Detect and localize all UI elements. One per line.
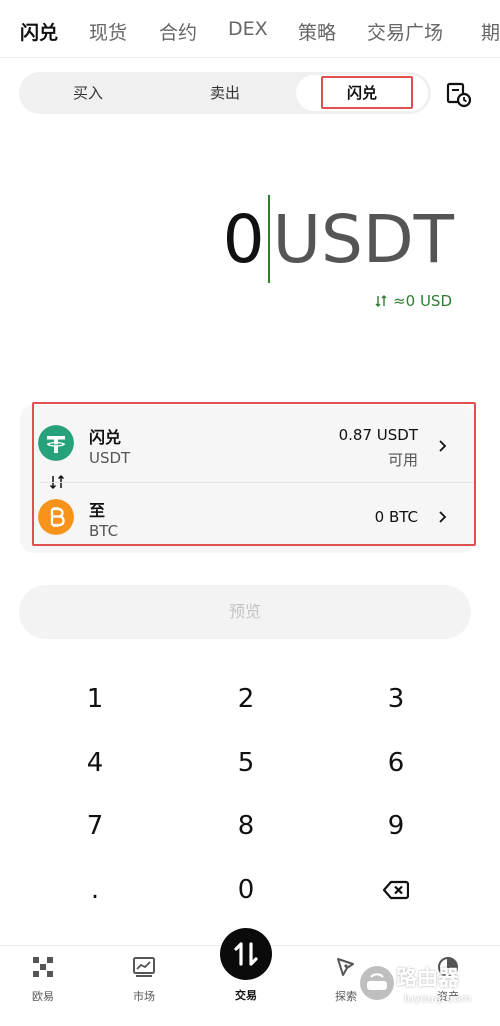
tab-dex[interactable]: DEX (228, 18, 268, 40)
key-8[interactable]: 8 (176, 799, 316, 853)
top-tab-bar: 闪兑 现货 合约 DEX 策略 交易广场 期 (0, 0, 500, 58)
preview-button[interactable]: 预览 (19, 585, 471, 639)
nav-market-label: 市场 (133, 990, 155, 1003)
amount-unit: USDT (272, 200, 454, 278)
backspace-icon (383, 880, 409, 900)
approx-usd-toggle[interactable]: ≈0 USD (375, 292, 452, 310)
watermark: 路由器 luyouqi.com (356, 956, 492, 1016)
router-logo-icon (360, 966, 394, 1000)
market-chart-icon (133, 957, 155, 977)
key-1[interactable]: 1 (25, 672, 165, 726)
tab-strategy[interactable]: 策略 (298, 18, 336, 45)
highlight-box-pair-card (32, 402, 476, 546)
key-6[interactable]: 6 (326, 736, 466, 790)
amount-value: 0 (222, 200, 265, 278)
explore-icon (337, 958, 354, 976)
nav-trade-label: 交易 (235, 989, 257, 1002)
tab-spot[interactable]: 现货 (89, 18, 127, 45)
nav-trade-button[interactable] (220, 928, 272, 980)
highlight-box-swap-tab (321, 76, 413, 109)
history-icon[interactable] (444, 80, 472, 108)
swap-arrows-icon (375, 295, 387, 307)
approx-usd-value: ≈0 USD (393, 292, 452, 310)
text-cursor (267, 195, 270, 283)
tab-trading-square[interactable]: 交易广场 (367, 18, 443, 45)
tab-options[interactable]: 期 (481, 18, 500, 45)
key-decimal[interactable]: . (25, 863, 165, 917)
key-5[interactable]: 5 (176, 736, 316, 790)
segment-sell[interactable]: 卖出 (159, 75, 291, 111)
key-7[interactable]: 7 (25, 799, 165, 853)
amount-display[interactable]: 0 USDT (222, 195, 454, 283)
key-3[interactable]: 3 (326, 672, 466, 726)
key-4[interactable]: 4 (25, 736, 165, 790)
segment-buy[interactable]: 买入 (22, 75, 154, 111)
nav-home-label: 欧易 (32, 990, 54, 1003)
key-9[interactable]: 9 (326, 799, 466, 853)
key-2[interactable]: 2 (176, 672, 316, 726)
tab-swap[interactable]: 闪兑 (20, 18, 58, 45)
tab-futures[interactable]: 合约 (159, 18, 197, 45)
trade-swap-icon (234, 942, 258, 966)
nav-home[interactable]: 欧易 (0, 946, 93, 1026)
watermark-text: 路由器 (396, 966, 459, 990)
watermark-subtext: luyouqi.com (404, 992, 472, 1005)
nav-market[interactable]: 市场 (94, 946, 194, 1026)
key-0[interactable]: 0 (176, 863, 316, 917)
key-backspace[interactable] (326, 863, 466, 917)
okx-logo-icon (33, 957, 53, 977)
